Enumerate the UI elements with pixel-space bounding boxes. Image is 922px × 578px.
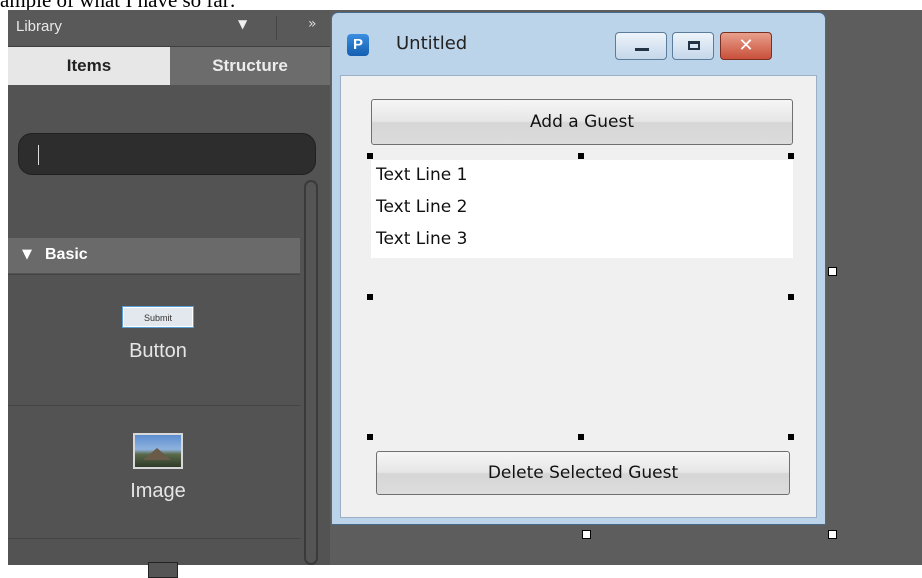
list-item[interactable]: Text Line 3 — [376, 229, 467, 249]
tab-structure[interactable]: Structure — [170, 47, 330, 85]
app-window: P Untitled ✕ Add a Guest Text Line 1 Tex… — [331, 12, 826, 525]
resize-handle[interactable] — [788, 153, 794, 159]
text-caret — [38, 145, 39, 165]
header-divider — [276, 16, 277, 40]
library-item-image[interactable]: Image — [58, 480, 258, 503]
section-basic[interactable]: ▼ Basic — [8, 238, 300, 273]
resize-handle[interactable] — [578, 434, 584, 440]
close-icon: ✕ — [738, 35, 754, 56]
minimize-button[interactable] — [615, 32, 667, 60]
window-client-area: Add a Guest Text Line 1 Text Line 2 Text… — [340, 75, 817, 518]
resize-handle[interactable] — [367, 434, 373, 440]
triangle-down-icon: ▼ — [22, 247, 32, 262]
window-resize-handle[interactable] — [582, 530, 591, 539]
minimize-icon — [635, 48, 649, 51]
resize-handle[interactable] — [578, 153, 584, 159]
divider — [8, 274, 300, 275]
resize-handle[interactable] — [788, 434, 794, 440]
library-title: Library — [16, 18, 62, 35]
library-item-button[interactable]: Button — [58, 340, 258, 363]
resize-handle[interactable] — [788, 294, 794, 300]
resize-handle[interactable] — [367, 294, 373, 300]
divider — [8, 538, 300, 539]
triangle-down-icon[interactable]: ▼ — [238, 17, 247, 31]
left-margin — [0, 10, 8, 565]
list-item[interactable]: Text Line 1 — [376, 165, 467, 185]
library-tabs: Items Structure — [8, 47, 330, 85]
add-guest-button[interactable]: Add a Guest — [371, 99, 793, 145]
window-resize-handle[interactable] — [828, 267, 837, 276]
window-resize-handle[interactable] — [828, 530, 837, 539]
button-thumbnail: Submit — [122, 306, 194, 328]
library-panel: Library ▼ » Items Structure ▼ Basic Subm… — [8, 10, 330, 578]
close-button[interactable]: ✕ — [720, 32, 772, 60]
next-item-thumbnail — [148, 562, 178, 578]
app-icon: P — [347, 34, 369, 56]
caption-text: ample of what I have so far: — [0, 0, 236, 12]
library-header: Library ▼ » — [8, 10, 330, 47]
maximize-icon — [688, 41, 700, 50]
panel-scrollbar[interactable] — [304, 180, 318, 565]
double-chevron-right-icon[interactable]: » — [308, 16, 317, 32]
tab-items[interactable]: Items — [8, 47, 170, 85]
resize-handle[interactable] — [367, 153, 373, 159]
search-input[interactable] — [18, 133, 316, 175]
guest-list[interactable]: Text Line 1 Text Line 2 Text Line 3 — [371, 160, 793, 258]
window-title: Untitled — [396, 33, 468, 54]
list-item[interactable]: Text Line 2 — [376, 197, 467, 217]
divider — [8, 405, 300, 406]
delete-guest-button[interactable]: Delete Selected Guest — [376, 451, 790, 495]
window-titlebar[interactable]: P Untitled ✕ — [332, 13, 825, 75]
maximize-button[interactable] — [672, 32, 714, 60]
section-label: Basic — [45, 246, 88, 263]
image-thumbnail-icon — [133, 433, 183, 469]
